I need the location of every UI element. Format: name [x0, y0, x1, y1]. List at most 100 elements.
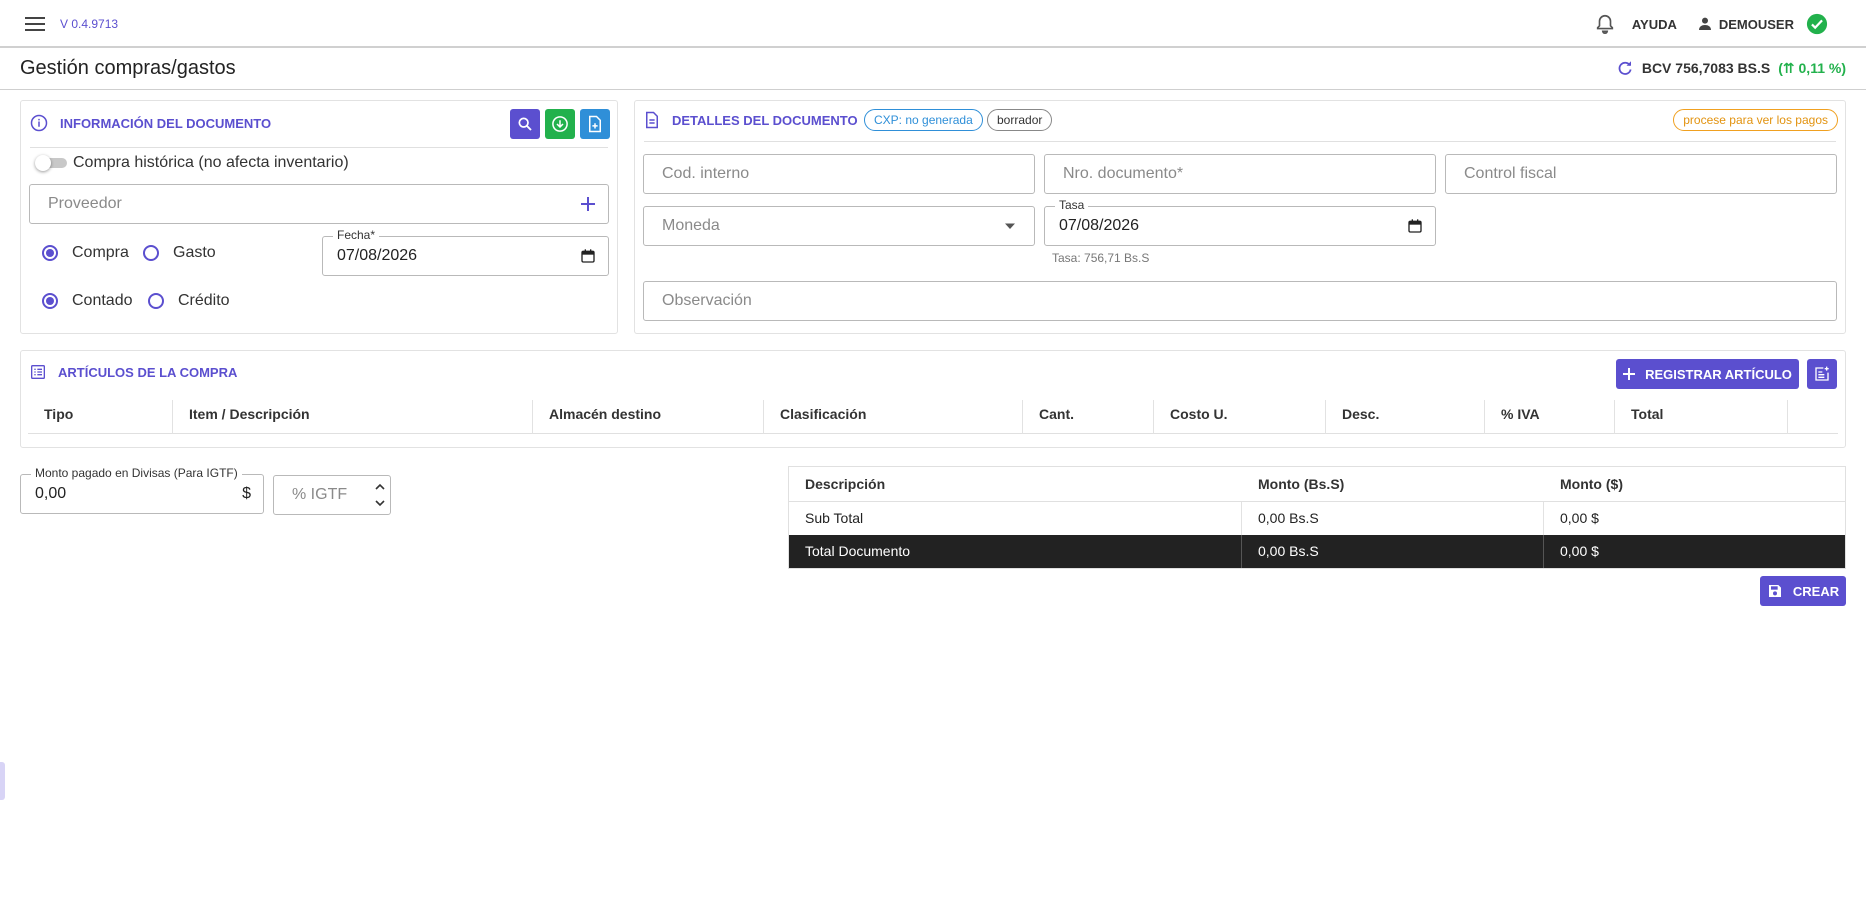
add-provider-icon[interactable] — [580, 196, 596, 212]
notifications-bell-icon[interactable] — [1594, 13, 1616, 35]
totals-table: Descripción Monto (Bs.S) Monto ($) Sub T… — [788, 466, 1846, 569]
exchange-rate-value: BCV 756,7083 BS.S — [1641, 60, 1771, 76]
radio-credito[interactable]: Crédito — [148, 292, 230, 310]
cxp-status-chip: CXP: no generada — [864, 109, 983, 131]
document-info-header: INFORMACIÓN DEL DOCUMENTO — [30, 114, 271, 132]
totals-col-description: Descripción — [805, 476, 886, 492]
internal-code-placeholder: Cod. interno — [662, 165, 750, 182]
online-status-check-icon — [1806, 13, 1828, 35]
subtotal-usd: 0,00 $ — [1560, 510, 1599, 526]
rate-date-label: Tasa — [1055, 198, 1089, 212]
exchange-rate: BCV 756,7083 BS.S (⇈ 0,11 %) — [1616, 59, 1846, 77]
draft-status-chip: borrador — [987, 109, 1053, 131]
download-document-button[interactable] — [545, 109, 575, 139]
document-details-title: DETALLES DEL DOCUMENTO — [672, 112, 858, 128]
currency-select[interactable]: Moneda — [643, 206, 1035, 246]
col-descuento: Desc. — [1326, 400, 1485, 434]
help-link[interactable]: AYUDA — [1632, 17, 1677, 32]
col-iva: % IVA — [1485, 400, 1615, 434]
rate-date-value: 07/08/2026 — [1059, 217, 1140, 234]
create-label: CREAR — [1792, 583, 1840, 599]
totals-col-amount-usd: Monto ($) — [1560, 476, 1623, 492]
list-icon — [31, 365, 45, 379]
app-version: V 0.4.9713 — [60, 17, 119, 31]
new-document-button[interactable] — [580, 109, 610, 139]
page-header: Gestión compras/gastos BCV 756,7083 BS.S… — [0, 48, 1866, 90]
col-costo-unitario: Costo U. — [1154, 400, 1326, 434]
document-info-title: INFORMACIÓN DEL DOCUMENTO — [60, 115, 272, 131]
document-icon — [646, 111, 658, 129]
totals-header-row: Descripción Monto (Bs.S) Monto ($) — [789, 467, 1845, 502]
total-document-bs: 0,00 Bs.S — [1242, 535, 1544, 568]
create-button[interactable]: CREAR — [1760, 576, 1846, 606]
plus-icon — [1623, 368, 1636, 380]
search-document-button[interactable] — [510, 109, 540, 139]
exchange-rate-change: (⇈ 0,11 %) — [1778, 59, 1846, 76]
fiscal-control-placeholder: Control fiscal — [1464, 165, 1557, 182]
rate-calendar-icon[interactable] — [1407, 218, 1423, 234]
date-value: 07/08/2026 — [337, 247, 418, 264]
igtf-percent-placeholder: % IGTF — [292, 486, 348, 503]
person-icon — [1698, 17, 1711, 30]
date-field[interactable]: Fecha* 07/08/2026 — [322, 228, 609, 276]
historic-purchase-label: Compra histórica (no afecta inventario) — [73, 154, 349, 171]
col-item-descripcion: Item / Descripción — [173, 400, 533, 434]
provider-placeholder: Proveedor — [48, 195, 122, 212]
article-note-button[interactable] — [1807, 359, 1837, 389]
currency-paid-label: Monto pagado en Divisas (Para IGTF) — [31, 466, 242, 480]
user-name: DEMOUSER — [1718, 16, 1794, 32]
register-article-label: REGISTRAR ARTÍCULO — [1645, 366, 1792, 382]
stepper-icon[interactable] — [374, 480, 386, 510]
refresh-icon[interactable] — [1616, 59, 1634, 77]
radio-gasto[interactable]: Gasto — [143, 244, 216, 262]
articles-title: ARTÍCULOS DE LA COMPRA — [58, 364, 238, 380]
currency-paid-symbol: $ — [242, 485, 251, 502]
file-add-icon — [589, 115, 601, 133]
subtotal-bs: 0,00 Bs.S — [1242, 502, 1544, 535]
internal-code-input[interactable]: Cod. interno — [643, 154, 1035, 194]
note-add-icon — [1815, 366, 1829, 381]
observation-input[interactable]: Observación — [643, 281, 1837, 321]
rate-date-field[interactable]: Tasa 07/08/2026 — [1044, 198, 1436, 246]
historic-purchase-toggle[interactable] — [35, 155, 67, 171]
top-app-bar: V 0.4.9713 AYUDA DEMOUSER — [0, 0, 1866, 48]
document-number-input[interactable]: Nro. documento* — [1044, 154, 1436, 194]
dropdown-arrow-icon — [1004, 222, 1016, 230]
total-document-usd: 0,00 $ — [1560, 543, 1599, 559]
page-title: Gestión compras/gastos — [20, 57, 236, 79]
calendar-icon[interactable] — [580, 248, 596, 264]
user-menu[interactable]: DEMOUSER — [1697, 16, 1794, 32]
radio-compra-dot — [42, 245, 58, 261]
radio-compra[interactable]: Compra — [42, 244, 129, 262]
radio-contado-label: Contado — [72, 292, 133, 309]
radio-gasto-label: Gasto — [173, 244, 216, 261]
register-article-button[interactable]: REGISTRAR ARTÍCULO — [1616, 359, 1799, 389]
observation-placeholder: Observación — [662, 292, 752, 309]
col-tipo: Tipo — [28, 400, 173, 434]
date-label: Fecha* — [333, 228, 380, 242]
download-circle-icon — [552, 116, 568, 132]
currency-paid-input[interactable]: Monto pagado en Divisas (Para IGTF) 0,00… — [20, 466, 264, 514]
table-row: Sub Total 0,00 Bs.S 0,00 $ — [789, 502, 1845, 535]
save-icon — [1768, 585, 1781, 597]
radio-credito-dot — [148, 293, 164, 309]
totals-col-amount-bs: Monto (Bs.S) — [1258, 476, 1345, 492]
table-row: Total Documento 0,00 Bs.S 0,00 $ — [789, 535, 1845, 568]
articles-header: ARTÍCULOS DE LA COMPRA — [30, 364, 237, 380]
fiscal-control-input[interactable]: Control fiscal — [1445, 154, 1837, 194]
articles-table-header: Tipo Item / Descripción Almacén destino … — [28, 400, 1838, 434]
igtf-percent-input[interactable]: % IGTF — [273, 475, 391, 515]
col-cantidad: Cant. — [1023, 400, 1154, 434]
payments-hint-chip: procese para ver los pagos — [1673, 109, 1838, 131]
menu-icon[interactable] — [24, 14, 48, 34]
subtotal-label: Sub Total — [789, 502, 1242, 535]
side-drawer-handle[interactable] — [0, 762, 5, 800]
rate-hint: Tasa: 756,71 Bs.S — [1052, 251, 1150, 265]
radio-contado[interactable]: Contado — [42, 292, 133, 310]
col-total: Total — [1615, 400, 1788, 434]
provider-field[interactable]: Proveedor — [29, 184, 609, 224]
col-almacen-destino: Almacén destino — [533, 400, 764, 434]
radio-gasto-dot — [143, 245, 159, 261]
document-info-divider — [30, 147, 608, 148]
currency-paid-value: 0,00 — [35, 485, 67, 502]
